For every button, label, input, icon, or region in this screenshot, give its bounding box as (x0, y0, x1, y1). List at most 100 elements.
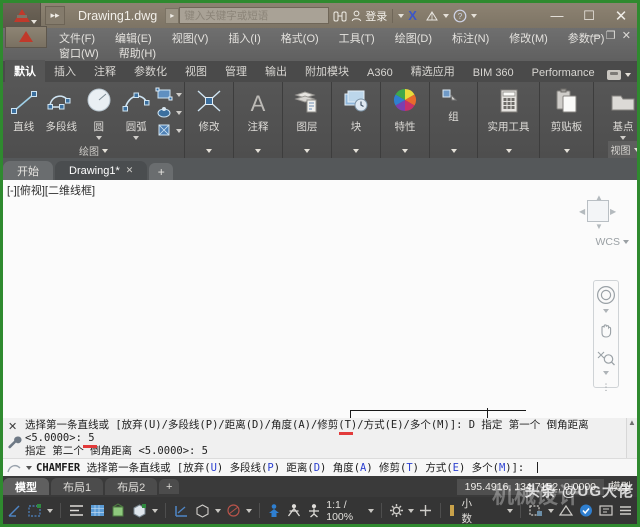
viewcube-icon[interactable]: ▲ ◀ ▶ ▼ (579, 193, 616, 231)
chevron-down-icon[interactable] (214, 508, 221, 513)
chevron-down-icon[interactable] (507, 508, 514, 513)
command-input-row[interactable]: CHAMFER 选择第一条直线或 [放弃(U) 多段线(P) 距离(D) 角度(… (3, 458, 637, 476)
menu-item-tools[interactable]: 工具(T) (329, 29, 385, 47)
layers-button[interactable]: 图层 (285, 85, 329, 134)
drawing-canvas[interactable]: [-][俯视][二维线框] ✕ Y ▲ ◀ ▶ ▼ WCS (3, 180, 637, 418)
chevron-down-icon[interactable] (450, 148, 457, 153)
doc-minimize-button[interactable]: — (589, 30, 600, 42)
units-icon[interactable] (447, 503, 457, 518)
layout-tab-layout2[interactable]: 布局2 (105, 478, 158, 495)
chevron-down-icon[interactable] (245, 508, 252, 513)
chevron-down-icon[interactable] (505, 148, 512, 153)
new-layout-button[interactable]: + (159, 479, 180, 494)
viewcube-up-arrow[interactable]: ▲ (595, 193, 603, 202)
app-menu-big-button[interactable] (5, 26, 47, 48)
minimize-button[interactable]: — (541, 3, 573, 28)
command-scrollbar[interactable]: ▲ (626, 418, 637, 458)
chevron-down-icon[interactable] (470, 13, 477, 18)
file-tab-drawing1[interactable]: Drawing1* ✕ (55, 161, 148, 180)
menu-item-format[interactable]: 格式(O) (271, 29, 329, 47)
search-dropdown-icon[interactable]: ▸ (165, 7, 180, 24)
panel-title-layers[interactable] (283, 143, 331, 158)
option-text[interactable]: 角度 (333, 462, 354, 474)
units-label[interactable]: 小数 (461, 496, 477, 526)
exchange-app-icon[interactable]: X (408, 8, 417, 23)
coordinate-display[interactable]: 195.4916, 134.7152, 0.0000 (456, 478, 604, 495)
annotation-visibility-icon[interactable] (306, 503, 322, 519)
chevron-down-icon[interactable] (402, 148, 408, 153)
chevron-down-icon[interactable] (603, 371, 609, 375)
ribbon-tab-addins[interactable]: 附加模块 (296, 60, 358, 82)
3d-object-snap-icon[interactable] (131, 503, 148, 518)
chevron-down-icon[interactable] (367, 508, 374, 513)
isolate-objects-icon[interactable] (528, 503, 544, 518)
dynamic-ucs-icon[interactable] (173, 503, 190, 518)
lineweight-icon[interactable] (225, 503, 242, 518)
chevron-down-icon[interactable] (255, 148, 261, 153)
viewcube-right-arrow[interactable]: ▶ (610, 207, 616, 216)
help-icon[interactable]: ? (453, 9, 467, 23)
menu-item-view[interactable]: 视图(V) (162, 29, 219, 47)
chevron-down-icon[interactable] (633, 147, 640, 152)
doc-restore-button[interactable]: ❐ (606, 29, 616, 42)
close-button[interactable]: ✕ (605, 3, 637, 28)
draw-circle-button[interactable]: 圆 (80, 85, 118, 140)
layout-tab-model[interactable]: 模型 (3, 478, 49, 495)
option-key[interactable]: T (406, 462, 412, 474)
clipboard-button[interactable]: 剪贴板 (542, 85, 591, 134)
panel-title-modify[interactable] (185, 143, 233, 158)
more-options-icon[interactable]: ⋮ (602, 383, 611, 392)
panel-title-clipboard[interactable] (540, 143, 593, 158)
view-chip[interactable]: 视图 » (607, 141, 640, 158)
new-tab-button[interactable]: + (149, 163, 174, 180)
ribbon-tab-performance[interactable]: Performance (523, 64, 604, 82)
maximize-button[interactable]: ☐ (573, 3, 605, 28)
group-button[interactable]: 组 (432, 85, 475, 124)
application-menu-button[interactable] (3, 3, 41, 28)
viewcube-down-arrow[interactable]: ▼ (595, 222, 603, 231)
viewport-label[interactable]: [-][俯视][二维线框] (7, 182, 95, 198)
ribbon-tab-featured-apps[interactable]: 精选应用 (402, 60, 464, 82)
menu-item-modify[interactable]: 修改(M) (499, 29, 558, 47)
panel-title-draw[interactable]: 绘图 (3, 143, 184, 158)
chevron-down-icon[interactable] (442, 13, 449, 18)
properties-button[interactable]: 特性 (383, 85, 427, 134)
ribbon-tab-insert[interactable]: 插入 (45, 60, 85, 82)
ribbon-tab-a360[interactable]: A360 (358, 64, 402, 82)
scroll-up-icon[interactable]: ▲ (627, 418, 637, 427)
menu-hamburger-icon[interactable] (618, 503, 633, 518)
draw-hatch-button[interactable] (155, 105, 182, 121)
ortho-icon[interactable] (68, 503, 85, 518)
autodesk-icon[interactable] (425, 10, 439, 22)
search-input[interactable]: 键入关键字或短语 (179, 7, 330, 24)
draw-polyline-button[interactable]: 多段线 (43, 85, 81, 134)
option-key[interactable]: P (267, 462, 273, 474)
annotation-button[interactable]: A 注释 (236, 85, 280, 134)
modify-button[interactable]: 修改 (187, 85, 231, 134)
pan-hand-icon[interactable] (597, 321, 615, 341)
grid-snap-icon[interactable] (27, 503, 43, 518)
file-tab-start[interactable]: 开始 (3, 161, 53, 180)
option-key[interactable]: A (360, 462, 366, 474)
ribbon-tab-bim360[interactable]: BIM 360 (464, 64, 523, 82)
chevron-down-icon[interactable] (102, 148, 108, 153)
chevron-down-icon[interactable] (623, 240, 629, 244)
option-key[interactable]: E (453, 462, 459, 474)
ribbon-tab-parametric[interactable]: 参数化 (125, 60, 176, 82)
chevron-down-icon[interactable] (176, 111, 182, 115)
grid-display-icon[interactable] (89, 503, 106, 518)
menu-item-dimension[interactable]: 标注(N) (442, 29, 499, 47)
option-text[interactable]: 多段线 (230, 462, 262, 474)
chevron-down-icon[interactable] (353, 148, 359, 153)
binoculars-icon[interactable] (333, 10, 347, 22)
chevron-down-icon[interactable] (398, 13, 405, 18)
chevron-down-icon[interactable] (133, 136, 140, 140)
transparency-icon[interactable] (266, 503, 282, 519)
option-key[interactable]: D (314, 462, 320, 474)
doc-close-button[interactable]: ✕ (622, 29, 631, 42)
menu-item-insert[interactable]: 插入(I) (218, 29, 270, 47)
ribbon-tab-manage[interactable]: 管理 (216, 60, 256, 82)
close-icon[interactable]: ✕ (126, 165, 134, 176)
ribbon-tab-output[interactable]: 输出 (256, 60, 296, 82)
dynamic-input-icon[interactable] (194, 503, 211, 518)
